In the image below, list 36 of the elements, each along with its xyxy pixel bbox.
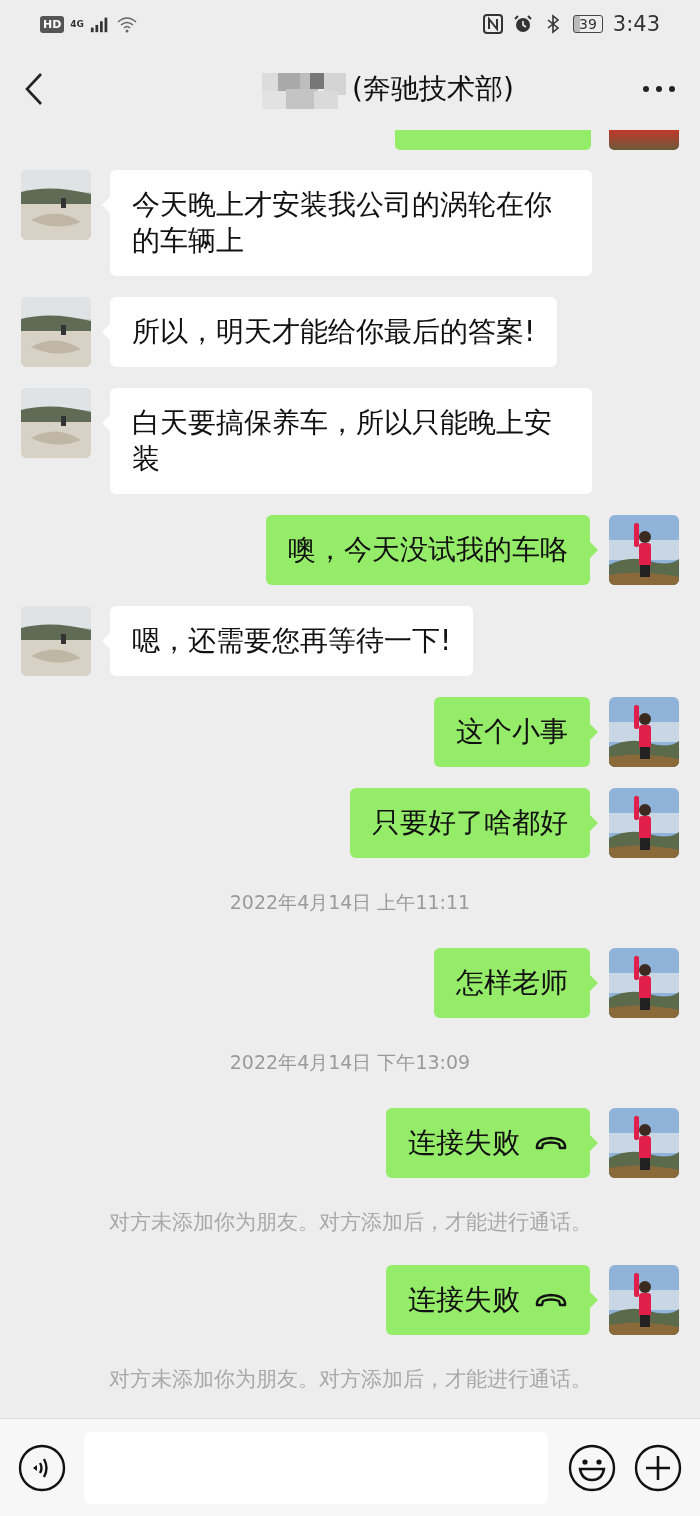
call-bubble[interactable]: 连接失败	[386, 1265, 590, 1335]
network-label: 4G	[70, 19, 84, 29]
timestamp: 2022年4月14日 上午11:11	[229, 890, 471, 915]
phone-icon	[534, 1135, 568, 1151]
bubble-tail	[590, 815, 598, 831]
bubble-tail	[590, 975, 598, 991]
hd-badge: HD	[40, 15, 65, 33]
nfc-icon	[483, 14, 503, 34]
bubble-tail	[590, 1292, 598, 1308]
voice-icon[interactable]	[18, 1443, 66, 1492]
message-bubble: 白天要搞保养车，所以只能晚上安装	[110, 388, 592, 494]
message-bubble: 怎样老师	[434, 948, 590, 1018]
message-bubble: 今天晚上才安装我公司的涡轮在你的车辆上	[110, 170, 592, 276]
bubble-tail	[590, 1135, 598, 1151]
bubble-tail	[590, 724, 598, 740]
system-notice: 对方未添加你为朋友。对方添加后，才能进行通话。	[108, 1208, 592, 1236]
signal-icon	[90, 15, 110, 33]
system-notice: 对方未添加你为朋友。对方添加后，才能进行通话。	[108, 1365, 592, 1393]
chat-title: (奔驰技术部)	[352, 71, 514, 107]
message-bubble: 这个小事	[434, 697, 590, 767]
wifi-icon	[116, 15, 138, 33]
timestamp: 2022年4月14日 下午13:09	[229, 1050, 471, 1075]
bubble-tail	[590, 542, 598, 558]
more-icon[interactable]	[642, 85, 676, 93]
alarm-icon	[513, 14, 533, 34]
message-bubble: 只要好了啥都好	[350, 788, 590, 858]
emoji-icon[interactable]	[568, 1443, 616, 1492]
phone-icon	[534, 1292, 568, 1308]
message-bubble: 噢，今天没试我的车咯	[266, 515, 590, 585]
message-bubble: 嗯，还需要您再等待一下!	[110, 606, 474, 676]
message-bubble: 所以，明天才能给你最后的答案!	[110, 297, 558, 367]
battery-indicator: 39	[573, 15, 603, 33]
call-bubble[interactable]: 连接失败	[386, 1108, 590, 1178]
clock-time: 3:43	[612, 12, 660, 36]
add-icon[interactable]	[634, 1443, 682, 1492]
back-icon[interactable]	[24, 72, 44, 106]
